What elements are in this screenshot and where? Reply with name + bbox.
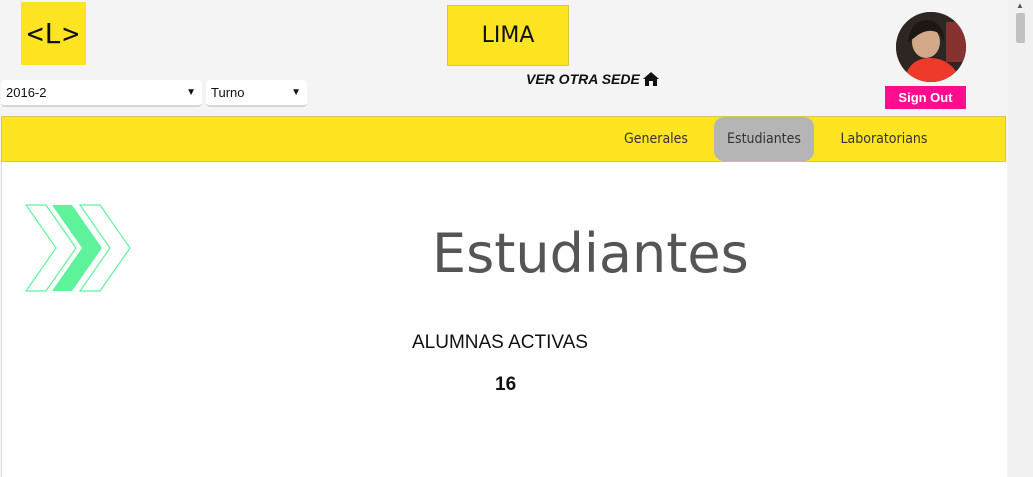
home-icon <box>642 72 659 86</box>
turno-select-value: Turno <box>211 85 245 100</box>
dropdown-arrow-icon: ▼ <box>291 87 301 98</box>
tab-generales[interactable]: Generales <box>612 117 700 161</box>
dropdown-arrow-icon: ▼ <box>186 87 196 98</box>
sede-name: LIMA <box>481 23 535 48</box>
alumnas-activas-label: ALUMNAS ACTIVAS <box>412 332 588 353</box>
page-title: Estudiantes <box>432 222 749 285</box>
ver-otra-sede-link[interactable]: VER OTRA SEDE <box>526 71 659 87</box>
turno-select[interactable]: Turno ▼ <box>206 80 307 107</box>
main-content: Estudiantes ALUMNAS ACTIVAS 16 <box>1 162 1007 477</box>
sign-out-button[interactable]: Sign Out <box>885 86 966 109</box>
year-select-value: 2016-2 <box>6 85 47 100</box>
tab-generales-label: Generales <box>624 131 688 147</box>
user-avatar[interactable] <box>896 12 966 82</box>
main-navbar: Generales Estudiantes Laboratorians <box>1 116 1006 162</box>
tab-estudiantes[interactable]: Estudiantes <box>714 117 814 161</box>
scroll-up-icon[interactable]: ▲ <box>1016 1 1024 10</box>
sign-out-label: Sign Out <box>898 90 953 105</box>
page-viewport: <L> 2016-2 ▼ Turno ▼ LIMA VER OTRA SEDE … <box>0 0 1008 477</box>
avatar-photo <box>896 12 966 82</box>
ver-otra-sede-label: VER OTRA SEDE <box>526 71 640 87</box>
logo[interactable]: <L> <box>21 2 86 65</box>
tab-laboratorians-label: Laboratorians <box>840 131 928 147</box>
sede-badge: LIMA <box>447 5 569 66</box>
logo-text: <L> <box>26 17 81 50</box>
year-select[interactable]: 2016-2 ▼ <box>1 80 202 107</box>
vertical-scrollbar[interactable]: ▲ <box>1008 0 1033 477</box>
chevron-arrows-icon <box>24 204 131 292</box>
tab-laboratorians[interactable]: Laboratorians <box>830 117 938 161</box>
tab-estudiantes-label: Estudiantes <box>727 131 801 147</box>
scrollbar-thumb[interactable] <box>1016 13 1025 43</box>
alumnas-activas-count: 16 <box>495 374 517 395</box>
